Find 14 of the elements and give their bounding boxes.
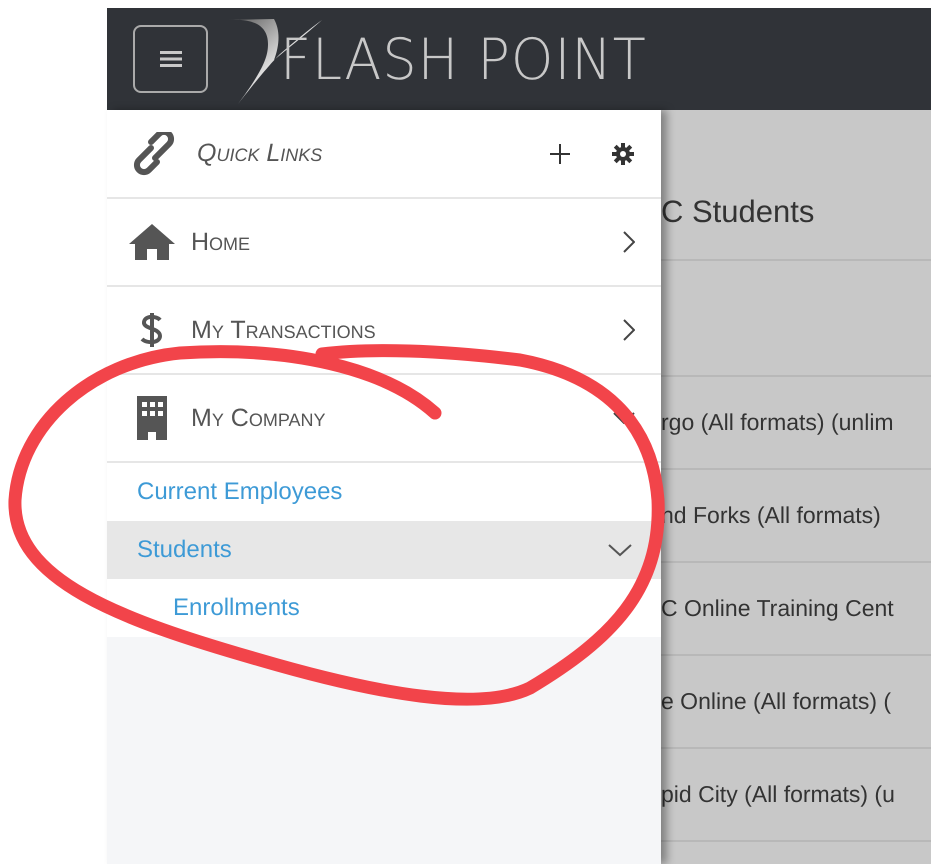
list-row[interactable]: rgo (All formats) (unlim [661, 377, 931, 470]
page-title: C Students [661, 110, 931, 261]
home-icon [127, 222, 177, 262]
list-row[interactable]: pid City (All formats) (u [661, 749, 931, 842]
menu-icon [158, 49, 184, 69]
settings-icon[interactable] [611, 142, 635, 166]
list-row[interactable]: C Online Training Cent [661, 563, 931, 656]
logo-text: FLASH POINT [280, 26, 647, 92]
nav-item[interactable]: Home [107, 199, 661, 287]
menu-button[interactable] [133, 25, 208, 93]
quick-links-title: Quick Links [197, 139, 322, 168]
list-row[interactable]: e Online (All formats) ( [661, 656, 931, 749]
plus-icon[interactable] [549, 142, 571, 164]
nav-item[interactable]: My Company [107, 375, 661, 463]
